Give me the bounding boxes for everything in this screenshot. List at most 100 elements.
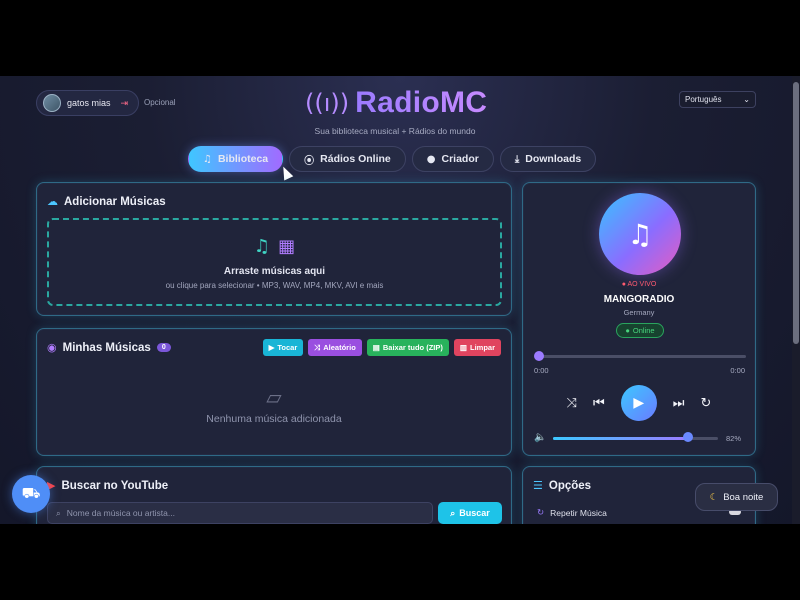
- play-all-label: Tocar: [277, 343, 298, 352]
- tab-label: Criador: [441, 153, 479, 165]
- shuffle-icon[interactable]: ⤨: [567, 396, 577, 411]
- car-mode-button[interactable]: ⛟: [12, 475, 50, 513]
- previous-icon[interactable]: ⏮: [593, 396, 605, 411]
- tab-label: Biblioteca: [217, 153, 269, 165]
- search-icon: ⌕: [56, 507, 61, 518]
- file-dropzone[interactable]: ♫ ▦ Arraste músicas aqui ou clique para s…: [47, 218, 502, 306]
- station-name: MANGORADIO: [603, 294, 675, 305]
- options-title: ☰ Opções: [533, 479, 591, 492]
- my-music-title: ◉ Minhas Músicas 0: [47, 341, 171, 354]
- volume-handle[interactable]: [683, 432, 694, 442]
- player-controls: ⤨ ⏮ ▶ ⏭ ↻: [523, 385, 755, 421]
- music-note-icon: ♫: [627, 217, 653, 251]
- progress-handle[interactable]: [534, 351, 544, 361]
- youtube-title-text: Buscar no YouTube: [61, 479, 169, 492]
- volume-value: 82%: [725, 434, 741, 443]
- shuffle-label: Aleatório: [323, 343, 356, 352]
- status-badge: ● Online: [616, 323, 664, 338]
- film-icon: ▦: [278, 236, 296, 257]
- tab-criador[interactable]: ● Criador: [411, 146, 494, 172]
- add-music-card: ☁ Adicionar Músicas ♫ ▦ Arraste músicas a…: [36, 182, 512, 316]
- main-tabs: ♫ Biblioteca ⦿ Rádios Online ● Criador ⤓…: [188, 146, 597, 172]
- status-dot-icon: ●: [625, 326, 630, 335]
- volume-fill: [553, 437, 689, 440]
- tab-radios-online[interactable]: ⦿ Rádios Online: [289, 146, 406, 172]
- my-music-actions: ▶ Tocar ⤨ Aleatório ▤ Baixar tudo (ZIP) ▥ Li…: [262, 339, 501, 356]
- repeat-icon: ↻: [537, 507, 545, 517]
- scrollbar[interactable]: [792, 76, 800, 524]
- language-value: Português: [685, 95, 722, 104]
- status-text: Online: [632, 326, 655, 335]
- letterbox-top: [0, 0, 800, 76]
- clear-label: Limpar: [469, 343, 495, 352]
- tab-biblioteca[interactable]: ♫ Biblioteca: [188, 146, 284, 172]
- night-mode-label: Boa noite: [723, 491, 764, 503]
- volume-icon[interactable]: 🔈: [534, 432, 546, 443]
- progress-bar[interactable]: [536, 355, 746, 358]
- shuffle-icon: ⤨: [314, 342, 321, 352]
- search-button-label: Buscar: [459, 508, 490, 518]
- download-icon: ⤓: [514, 153, 520, 165]
- search-placeholder: Nome da música ou artista...: [66, 508, 175, 518]
- live-indicator: ● AO VIVO: [621, 281, 657, 288]
- add-music-title: ☁ Adicionar Músicas: [47, 195, 166, 208]
- repeat-icon[interactable]: ↻: [700, 396, 711, 411]
- app-subtitle: Sua biblioteca musical + Rádios do mundo: [314, 126, 476, 136]
- repeat-label: Repetir Música: [550, 507, 607, 518]
- tab-label: Rádios Online: [320, 153, 391, 165]
- music-note-icon: ♫: [203, 153, 212, 165]
- archive-icon: ▤: [372, 343, 380, 352]
- chevron-down-icon: ⌄: [743, 95, 750, 104]
- shuffle-button[interactable]: ⤨ Aleatório: [308, 339, 362, 356]
- play-all-button[interactable]: ▶ Tocar: [262, 339, 304, 356]
- user-pill[interactable]: gatos mias ⇥: [36, 90, 139, 116]
- tab-label: Downloads: [525, 153, 582, 165]
- optional-label: Opcional: [144, 98, 176, 107]
- options-title-text: Opções: [548, 479, 592, 492]
- music-count-badge: 0: [156, 343, 171, 352]
- user-name: gatos mias: [67, 98, 111, 108]
- empty-state-text: Nenhuma música adicionada: [206, 413, 342, 425]
- disc-icon: ◉: [47, 341, 57, 354]
- play-icon: ▶: [633, 395, 645, 411]
- next-icon[interactable]: ⏭: [673, 396, 685, 411]
- my-music-title-text: Minhas Músicas: [62, 341, 151, 354]
- repeat-option[interactable]: ↻ Repetir Música: [537, 507, 607, 518]
- my-music-card: ◉ Minhas Músicas 0 ▶ Tocar ⤨ Aleatório ▤ Ba…: [36, 328, 512, 456]
- music-note-icon: ♫: [253, 236, 271, 257]
- avatar: [43, 94, 61, 112]
- play-button[interactable]: ▶: [620, 385, 657, 421]
- radio-tower-icon: ⦿: [304, 155, 315, 167]
- sliders-icon: ☰: [533, 479, 543, 492]
- scrollbar-thumb[interactable]: [793, 82, 799, 344]
- search-button[interactable]: ⌕ Buscar: [438, 502, 502, 524]
- volume-slider[interactable]: [553, 437, 718, 440]
- moon-icon: ☾: [709, 491, 719, 503]
- live-label: AO VIVO: [627, 281, 657, 288]
- clear-button[interactable]: ▥ Limpar: [453, 339, 501, 356]
- dropzone-title: Arraste músicas aqui: [223, 266, 326, 277]
- folder-open-icon: ▱: [266, 385, 282, 409]
- cloud-upload-icon: ☁: [47, 195, 58, 208]
- car-icon: ⛟: [21, 484, 41, 502]
- download-zip-label: Baixar tudo (ZIP): [382, 343, 443, 352]
- download-zip-button[interactable]: ▤ Baixar tudo (ZIP): [366, 339, 449, 356]
- youtube-search-input[interactable]: ⌕ Nome da música ou artista...: [47, 502, 433, 524]
- youtube-search-card: ▶ Buscar no YouTube ⌕ Nome da música ou …: [36, 466, 512, 524]
- album-art: ♫: [599, 193, 681, 275]
- tab-downloads[interactable]: ⤓ Downloads: [499, 146, 597, 172]
- logout-icon[interactable]: ⇥: [121, 98, 129, 109]
- user-icon: ●: [426, 153, 436, 165]
- time-total: 0:00: [730, 366, 745, 375]
- language-select[interactable]: Português ⌄: [679, 91, 756, 108]
- night-mode-button[interactable]: ☾ Boa noite: [695, 483, 778, 511]
- search-icon: ⌕: [450, 507, 456, 518]
- add-music-title-text: Adicionar Músicas: [64, 195, 166, 208]
- time-current: 0:00: [534, 366, 549, 375]
- letterbox-bottom: [0, 524, 800, 600]
- trash-icon: ▥: [459, 343, 467, 352]
- station-country: Germany: [623, 308, 655, 317]
- player-card: ♫ ● AO VIVO MANGORADIO Germany ● Online 0…: [522, 182, 756, 456]
- dropzone-icons: ♫ ▦: [49, 236, 500, 257]
- logo: ((ı)) RadioMC: [305, 86, 487, 120]
